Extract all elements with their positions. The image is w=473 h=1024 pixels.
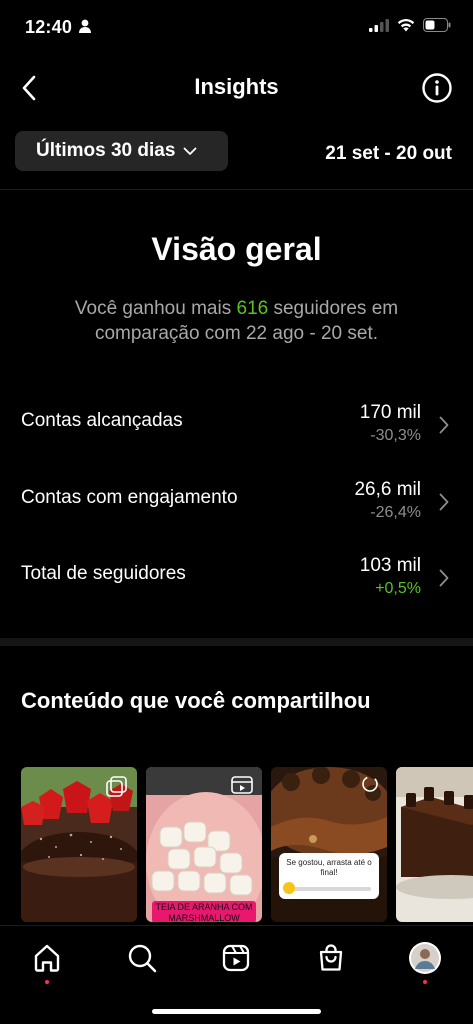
cellular-signal-icon	[369, 18, 389, 37]
date-range-row: Últimos 30 dias 21 set - 20 out	[0, 130, 473, 174]
nav-header: Insights	[0, 64, 473, 112]
story-poll-card: Se gostou, arrasta até o final!	[279, 853, 379, 899]
metric-change: -30,3%	[370, 427, 421, 444]
section-divider	[0, 638, 473, 646]
story-poll-text: Se gostou, arrasta até o final!	[286, 858, 372, 877]
metric-row-accounts-reached[interactable]: Contas alcançadas 170 mil -30,3%	[0, 402, 473, 458]
metric-row-total-followers[interactable]: Total de seguidores 103 mil +0,5%	[0, 555, 473, 611]
metric-change: -26,4%	[370, 504, 421, 521]
content-thumbnail[interactable]: TEIA DE ARANHA COM MARSHMALLOW	[146, 767, 262, 922]
content-thumbnail[interactable]: Se gostou, arrasta até o final!	[271, 767, 387, 922]
wifi-icon	[397, 18, 415, 37]
followers-gained: 616	[236, 298, 269, 319]
metric-change: +0,5%	[375, 580, 421, 597]
overview-title: Visão geral	[151, 231, 322, 267]
chevron-down-icon	[183, 147, 197, 156]
home-icon	[34, 944, 60, 972]
dessert-photo	[396, 767, 473, 922]
metric-value: 26,6 mil	[354, 479, 421, 500]
tab-reels[interactable]	[216, 938, 256, 978]
reel-caption: TEIA DE ARANHA COM MARSHMALLOW	[152, 901, 256, 922]
tab-profile[interactable]	[405, 938, 445, 984]
notification-dot	[423, 980, 427, 984]
status-time: 12:40	[25, 17, 73, 37]
divider	[0, 189, 473, 190]
date-range-dropdown[interactable]: Últimos 30 dias	[15, 131, 228, 171]
emoji-slider-handle	[283, 882, 295, 894]
overview-summary: Você ganhou mais 616 seguidores em compa…	[40, 296, 433, 346]
home-indicator	[152, 1009, 321, 1014]
tab-bar	[0, 925, 473, 1024]
content-thumbnail[interactable]	[21, 767, 137, 922]
date-range-selected: Últimos 30 dias	[36, 140, 176, 161]
cake-photo	[21, 767, 137, 922]
info-icon	[422, 73, 452, 103]
page-title: Insights	[194, 74, 279, 99]
chevron-right-icon	[439, 416, 449, 439]
metric-value: 103 mil	[359, 555, 421, 576]
tab-search[interactable]	[122, 938, 162, 978]
battery-icon	[423, 18, 451, 37]
status-bar: 12:40	[0, 0, 473, 56]
chevron-right-icon	[439, 493, 449, 516]
marshmallow-photo	[146, 767, 262, 922]
info-button[interactable]	[421, 72, 453, 104]
metric-value: 170 mil	[359, 402, 421, 423]
avatar	[409, 942, 441, 974]
tab-shop[interactable]	[311, 938, 351, 978]
notification-dot	[45, 980, 49, 984]
metric-label: Contas com engajamento	[21, 487, 238, 508]
content-thumbnails: TEIA DE ARANHA COM MARSHMALLOW Se gostou…	[21, 767, 473, 922]
content-section-title: Conteúdo que você compartilhou	[21, 688, 371, 713]
metric-label: Total de seguidores	[21, 563, 186, 584]
emoji-slider	[287, 887, 371, 891]
search-icon	[128, 944, 157, 973]
metric-label: Contas alcançadas	[21, 410, 183, 431]
story-icon	[362, 776, 378, 792]
chevron-right-icon	[439, 569, 449, 592]
tab-home[interactable]	[27, 938, 67, 984]
content-thumbnail[interactable]	[396, 767, 473, 922]
date-range-text: 21 set - 20 out	[325, 143, 452, 164]
summary-text: Você ganhou mais	[74, 298, 237, 319]
shopping-bag-icon	[319, 944, 343, 971]
person-icon	[79, 19, 91, 38]
metric-row-accounts-engaged[interactable]: Contas com engajamento 26,6 mil -26,4%	[0, 479, 473, 535]
reels-icon	[222, 944, 250, 972]
